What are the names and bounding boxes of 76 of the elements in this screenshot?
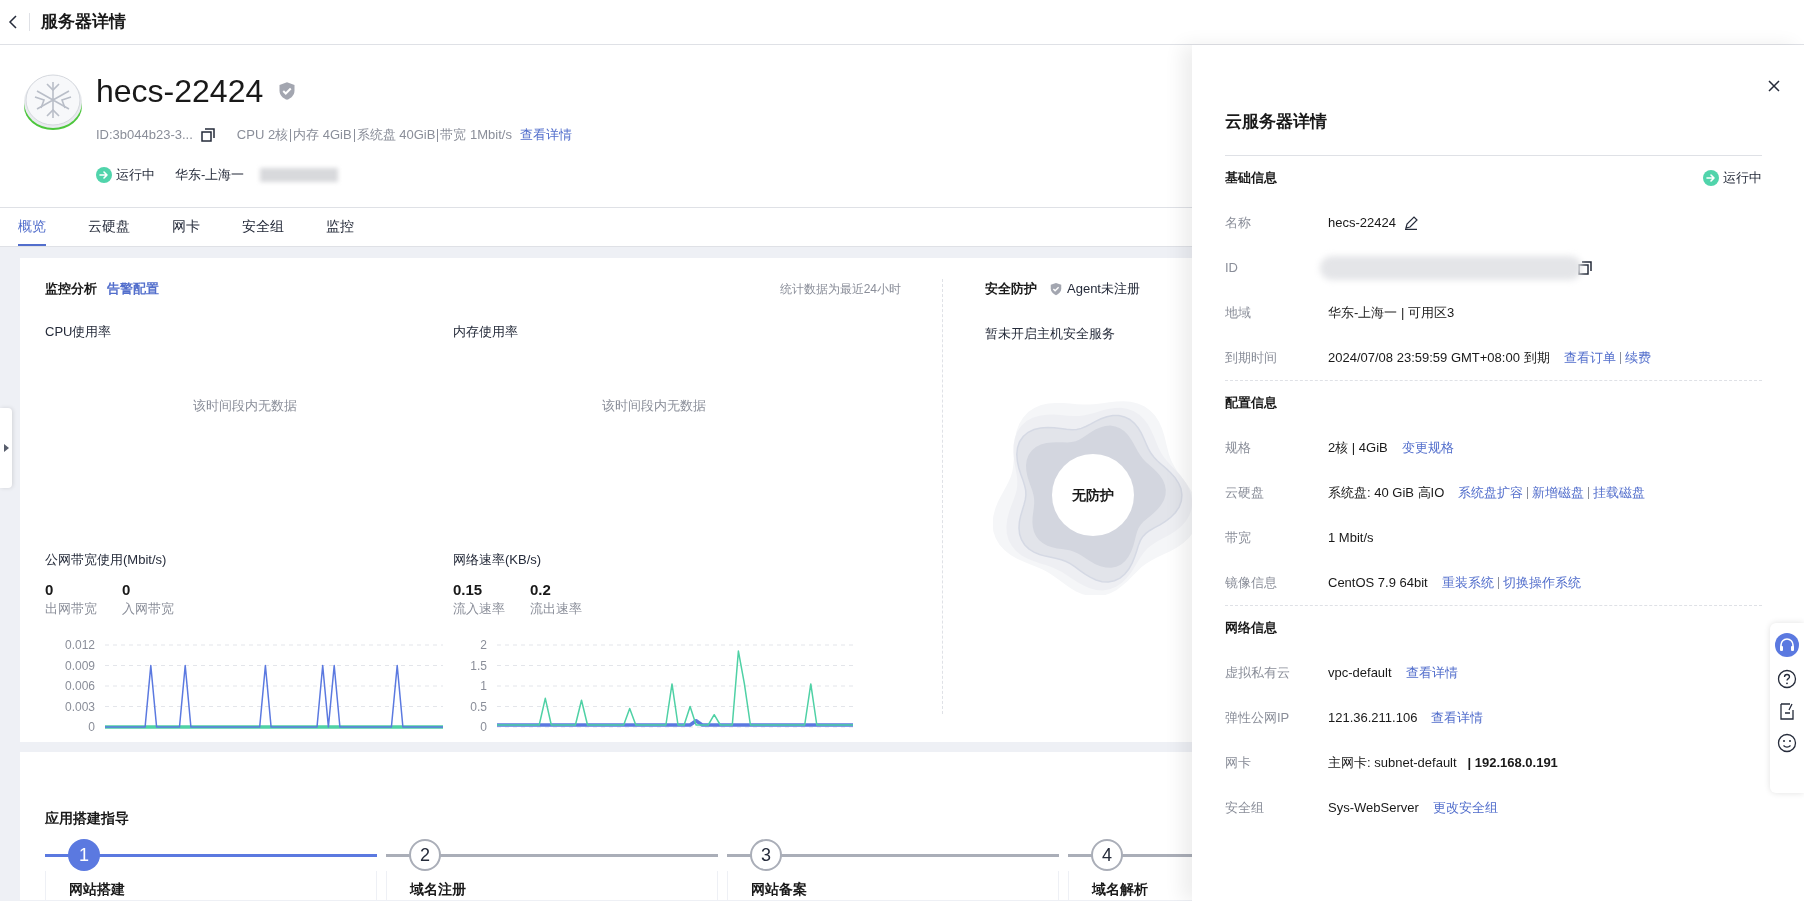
field-value: hecs-22424 xyxy=(1328,213,1396,232)
panel-title: 公网带宽使用(Mbit/s) xyxy=(45,551,168,569)
period-note: 统计数据为最近24小时 xyxy=(779,281,901,298)
section-title: 安全防护 xyxy=(985,280,1037,299)
field-value: 华东-上海一 | 可用区3 xyxy=(1328,303,1455,322)
stat-value: 0.2 xyxy=(530,580,552,600)
field-label: 虚拟私有云 xyxy=(1225,663,1291,682)
agent-status: Agent未注册 xyxy=(1067,280,1140,299)
field-label: ID xyxy=(1225,258,1239,277)
axis-tick-label: 0 xyxy=(88,720,95,734)
step-number: 1 xyxy=(68,839,100,871)
field-value: 系统盘: 40 GiB 高IO xyxy=(1328,483,1445,502)
region-text: 华东-上海一 xyxy=(175,166,245,185)
axis-tick-label: 0.006 xyxy=(64,679,95,693)
step-title: 网站搭建 xyxy=(69,881,125,897)
security-message: 暂未开启主机安全服务 xyxy=(985,325,1116,343)
panel-title: CPU使用率 xyxy=(45,323,113,341)
section-title: 应用搭建指导 xyxy=(45,809,129,828)
field-label: 名称 xyxy=(1225,213,1252,232)
field-label: 安全组 xyxy=(1225,798,1265,817)
axis-tick-label: 1.5 xyxy=(470,658,487,673)
server-id: ID:3b044b23-3... xyxy=(96,126,193,145)
step-title: 域名注册 xyxy=(410,881,466,897)
axis-tick-label: 2 xyxy=(480,638,487,652)
field-label: 镜像信息 xyxy=(1225,573,1278,592)
field-label: 地域 xyxy=(1225,303,1252,322)
field-label: 到期时间 xyxy=(1225,348,1278,367)
spec-text: CPU 2核 xyxy=(236,126,289,145)
axis-tick-label: 0.012 xyxy=(64,638,95,652)
field-value: 2核 | 4GiB xyxy=(1328,438,1388,457)
panel-title: 网络速率(KB/s) xyxy=(453,551,543,569)
spec-text: 内存 4GiB xyxy=(293,126,352,145)
empty-text: 该时间段内无数据 xyxy=(193,397,297,415)
section-title: 监控分析 xyxy=(45,280,97,299)
step-title: 网站备案 xyxy=(751,881,807,897)
axis-tick-label: 0.009 xyxy=(64,658,95,673)
axis-tick-label: 0.5 xyxy=(470,699,487,714)
axis-tick-label: 1 xyxy=(480,679,487,693)
server-name: hecs-22424 xyxy=(96,72,264,111)
status-text: 运行中 xyxy=(1723,169,1762,188)
page-title: 服务器详情 xyxy=(41,11,126,34)
field-value: vpc-default xyxy=(1328,663,1392,682)
stat-value: 0.15 xyxy=(453,580,484,600)
field-label: 带宽 xyxy=(1225,528,1252,547)
stat-label: 入网带宽 xyxy=(122,600,175,618)
field-label: 网卡 xyxy=(1225,753,1252,772)
field-value: Sys-WebServer xyxy=(1328,798,1419,817)
stat-value: 0 xyxy=(45,580,55,600)
step-number: 3 xyxy=(750,839,782,871)
field-label: 弹性公网IP xyxy=(1225,708,1291,727)
section-heading: 网络信息 xyxy=(1225,619,1277,638)
status-text: 运行中 xyxy=(116,166,155,185)
step-number: 4 xyxy=(1091,839,1123,871)
stat-value: 0 xyxy=(122,580,132,600)
spec-text: 带宽 1Mbit/s xyxy=(440,126,512,145)
stat-label: 出网带宽 xyxy=(45,600,98,618)
step-number: 2 xyxy=(409,839,441,871)
field-value: 2024/07/08 23:59:59 GMT+08:00 到期 xyxy=(1328,348,1550,367)
panel-title: 内存使用率 xyxy=(453,323,519,341)
section-heading: 基础信息 xyxy=(1225,169,1277,188)
spec-text: 系统盘 40GiB xyxy=(356,126,436,145)
empty-text: 该时间段内无数据 xyxy=(602,397,706,415)
axis-tick-label: 0.003 xyxy=(64,699,95,714)
stat-label: 流出速率 xyxy=(530,600,583,618)
field-value: 121.36.211.106 xyxy=(1328,708,1418,727)
drawer-title: 云服务器详情 xyxy=(1225,111,1328,133)
protection-status: 无防护 xyxy=(1071,486,1115,505)
axis-tick-label: 0 xyxy=(480,720,487,734)
section-heading: 配置信息 xyxy=(1225,394,1277,413)
field-label: 规格 xyxy=(1225,438,1252,457)
field-value: 主网卡: subnet-default | 192.168.0.191 xyxy=(1328,753,1558,772)
field-value: CentOS 7.9 64bit xyxy=(1328,573,1428,592)
step-title: 域名解析 xyxy=(1092,881,1148,897)
field-label: 云硬盘 xyxy=(1225,483,1265,502)
field-value: 1 Mbit/s xyxy=(1328,528,1374,547)
stat-label: 流入速率 xyxy=(453,600,506,618)
